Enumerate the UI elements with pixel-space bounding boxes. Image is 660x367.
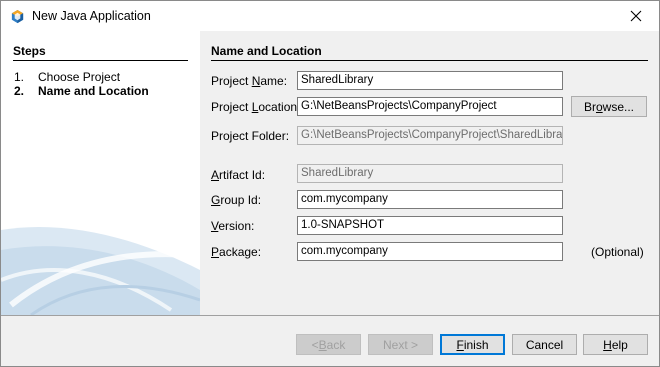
- step-name-and-location: 2. Name and Location: [14, 84, 149, 98]
- step-label: Name and Location: [38, 84, 149, 98]
- dialog-window: New Java Application Steps 1. Choose Proj…: [0, 0, 660, 367]
- project-name-label: Project Name:: [211, 74, 288, 88]
- cancel-button[interactable]: Cancel: [512, 334, 577, 355]
- section-title: Name and Location: [211, 44, 648, 61]
- netbeans-icon: [11, 9, 24, 24]
- package-input[interactable]: com.mycompany: [297, 242, 563, 261]
- project-name-input[interactable]: SharedLibrary: [297, 71, 563, 90]
- step-label: Choose Project: [38, 70, 121, 84]
- steps-title: Steps: [13, 44, 188, 61]
- decorative-swoosh-graphic: [1, 226, 200, 315]
- project-location-input[interactable]: G:\NetBeansProjects\CompanyProject: [297, 97, 563, 116]
- package-optional-hint: (Optional): [591, 245, 644, 259]
- project-folder-label: Project Folder:: [211, 129, 290, 143]
- version-input[interactable]: 1.0-SNAPSHOT: [297, 216, 563, 235]
- project-folder-input: G:\NetBeansProjects\CompanyProject\Share…: [297, 126, 563, 145]
- close-icon: [630, 10, 642, 22]
- close-button[interactable]: [613, 1, 659, 31]
- help-button[interactable]: Help: [583, 334, 648, 355]
- step-choose-project: 1. Choose Project: [14, 70, 120, 84]
- step-number: 2.: [14, 84, 25, 98]
- window-title: New Java Application: [32, 9, 151, 23]
- group-id-label: Group Id:: [211, 193, 262, 207]
- package-label: Package:: [211, 245, 262, 259]
- finish-button[interactable]: Finish: [440, 334, 505, 355]
- artifact-id-label: Artifact Id:: [211, 168, 266, 182]
- group-id-input[interactable]: com.mycompany: [297, 190, 563, 209]
- button-bar: < Back Next > Finish Cancel Help: [1, 316, 659, 366]
- title-bar: New Java Application: [1, 1, 659, 31]
- step-number: 1.: [14, 70, 25, 84]
- name-and-location-panel: Name and Location Project Name: SharedLi…: [200, 31, 659, 315]
- next-button[interactable]: Next >: [368, 334, 433, 355]
- project-location-label: Project Location:: [211, 100, 301, 114]
- artifact-id-input: SharedLibrary: [297, 164, 563, 183]
- version-label: Version:: [211, 219, 255, 233]
- steps-panel: Steps 1. Choose Project 2. Name and Locati…: [1, 31, 200, 315]
- browse-button[interactable]: Br o wse...: [571, 96, 647, 117]
- back-button[interactable]: < Back: [296, 334, 361, 355]
